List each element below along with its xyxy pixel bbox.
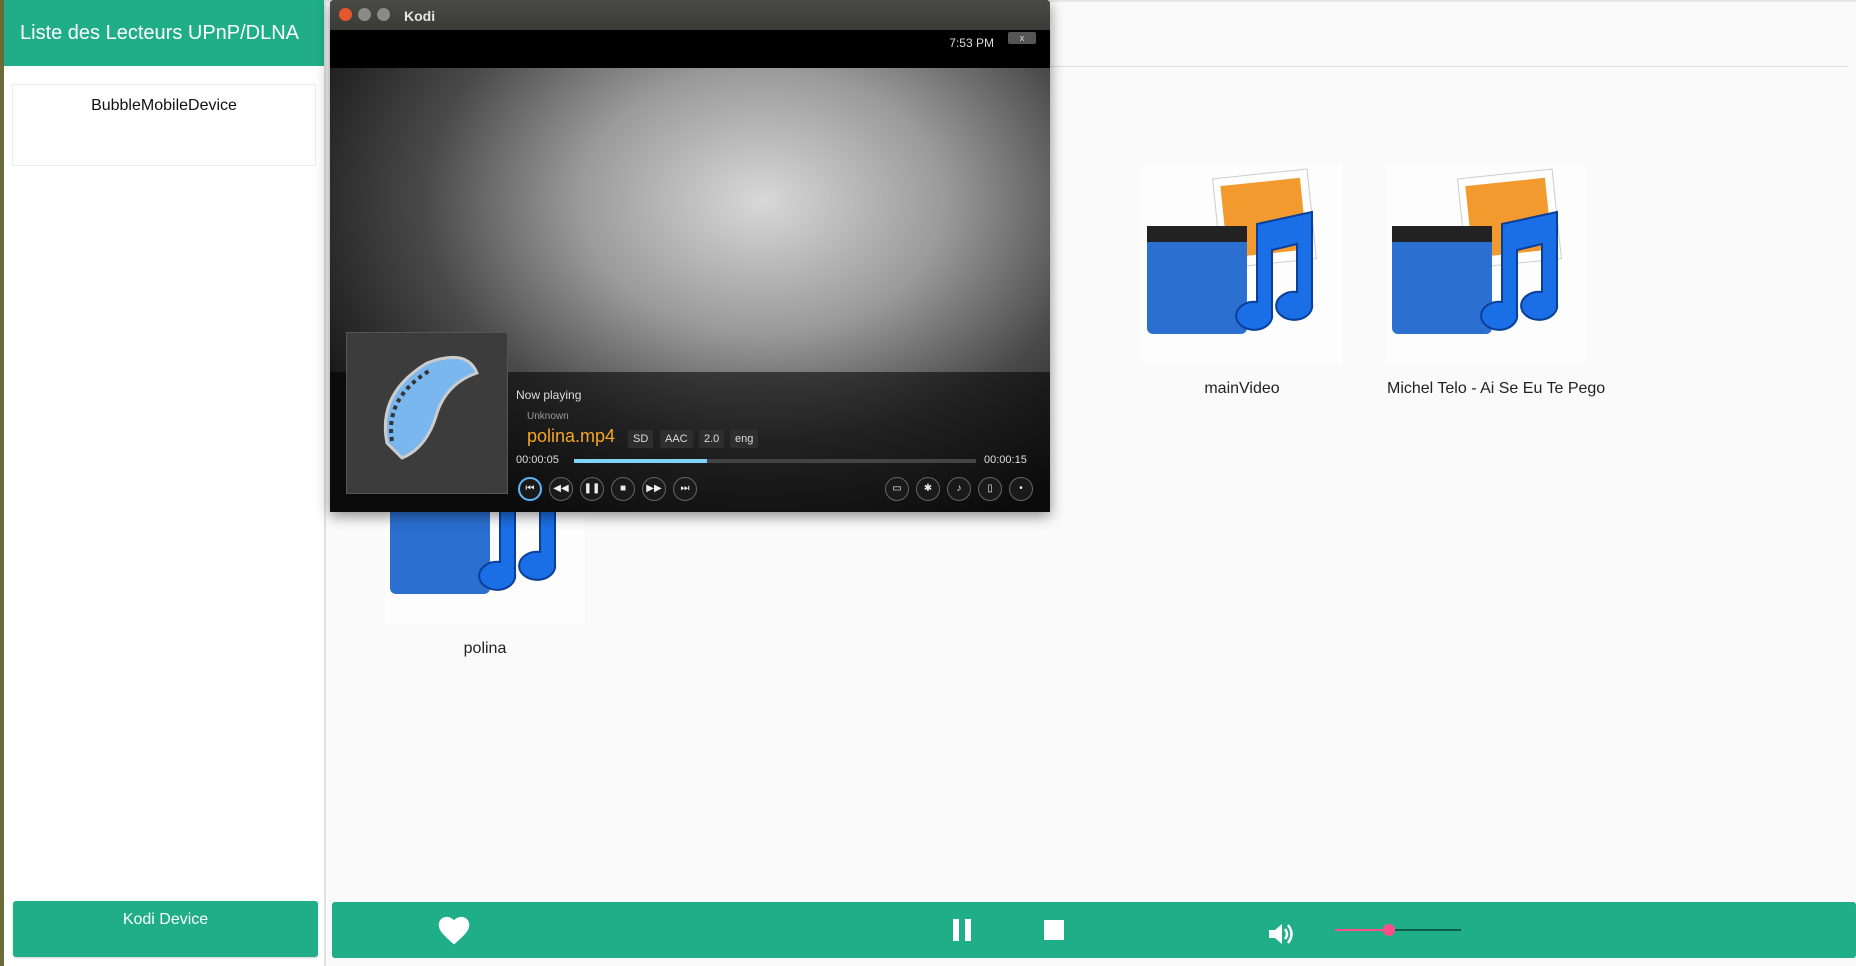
time-elapsed: 00:00:05 <box>516 454 559 466</box>
audio-settings-icon[interactable]: ♪ <box>947 477 971 501</box>
maximize-icon[interactable] <box>377 8 390 21</box>
video-music-icon <box>1147 168 1317 334</box>
selected-device-button[interactable]: Kodi Device <box>13 901 318 957</box>
volume-track-filled <box>1335 929 1389 931</box>
media-label: mainVideo <box>1204 380 1280 397</box>
skip-previous-icon[interactable]: ⏮ <box>518 477 542 501</box>
progress-bar[interactable] <box>574 459 976 463</box>
subtitles-icon[interactable]: ▭ <box>885 477 909 501</box>
badge-channels: 2.0 <box>699 430 725 448</box>
media-thumbnail <box>346 332 508 494</box>
sidebar-title: Liste des Lecteurs UPnP/DLNA <box>4 0 324 66</box>
pause-icon[interactable] <box>950 918 974 942</box>
player-control-bar <box>332 902 1856 958</box>
stop-icon[interactable] <box>1044 920 1064 940</box>
badge-resolution: SD <box>628 430 654 448</box>
film-reel-icon <box>383 355 479 460</box>
volume-slider-thumb[interactable] <box>1383 924 1395 936</box>
volume-icon[interactable] <box>1267 922 1295 946</box>
kodi-close-button[interactable]: x <box>1008 32 1036 44</box>
video-music-icon <box>1392 168 1562 334</box>
artist-label: Unknown <box>527 411 569 422</box>
badge-language: eng <box>730 430 759 448</box>
window-titlebar[interactable]: Kodi <box>330 0 1050 30</box>
heart-icon[interactable] <box>436 914 472 946</box>
clock: 7:53 PM <box>949 36 994 50</box>
progress-fill <box>574 459 707 463</box>
window-title: Kodi <box>404 8 436 24</box>
time-total: 00:00:15 <box>984 454 1027 466</box>
stop-icon[interactable]: ■ <box>611 477 635 501</box>
now-playing-label: Now playing <box>516 388 582 402</box>
video-settings-icon[interactable]: ✱ <box>916 477 940 501</box>
divider <box>1048 66 1848 67</box>
volume-track-empty <box>1389 929 1461 931</box>
screen: Liste des Lecteurs UPnP/DLNA BubbleMobil… <box>0 0 1856 966</box>
fast-forward-icon[interactable]: ▶▶ <box>642 477 666 501</box>
media-label: polina <box>463 640 507 657</box>
bookmark-icon[interactable]: • <box>1009 477 1033 501</box>
volume-slider[interactable] <box>1335 920 1463 940</box>
badge-audio-codec: AAC <box>660 430 693 448</box>
media-item[interactable]: Michel Telo - Ai Se Eu Te Pego <box>1387 164 1605 397</box>
media-item[interactable]: mainVideo <box>1142 164 1342 397</box>
skip-next-icon[interactable]: ⏭ <box>673 477 697 501</box>
filename: polina.mp4 <box>527 426 616 446</box>
device-card[interactable]: BubbleMobileDevice <box>12 84 316 166</box>
kodi-window: Kodi 7:53 PM x Now playing Unknown polin… <box>330 0 1050 512</box>
sidebar: Liste des Lecteurs UPnP/DLNA BubbleMobil… <box>4 0 326 966</box>
close-icon[interactable] <box>339 8 352 21</box>
device-label: BubbleMobileDevice <box>91 97 237 114</box>
minimize-icon[interactable] <box>358 8 371 21</box>
media-thumbnail <box>1142 164 1342 364</box>
rewind-icon[interactable]: ◀◀ <box>549 477 573 501</box>
info-icon[interactable]: ▯ <box>978 477 1002 501</box>
media-thumbnail <box>1387 164 1587 364</box>
media-label: Michel Telo - Ai Se Eu Te Pego <box>1387 380 1606 397</box>
pause-icon[interactable]: ❚❚ <box>580 477 604 501</box>
